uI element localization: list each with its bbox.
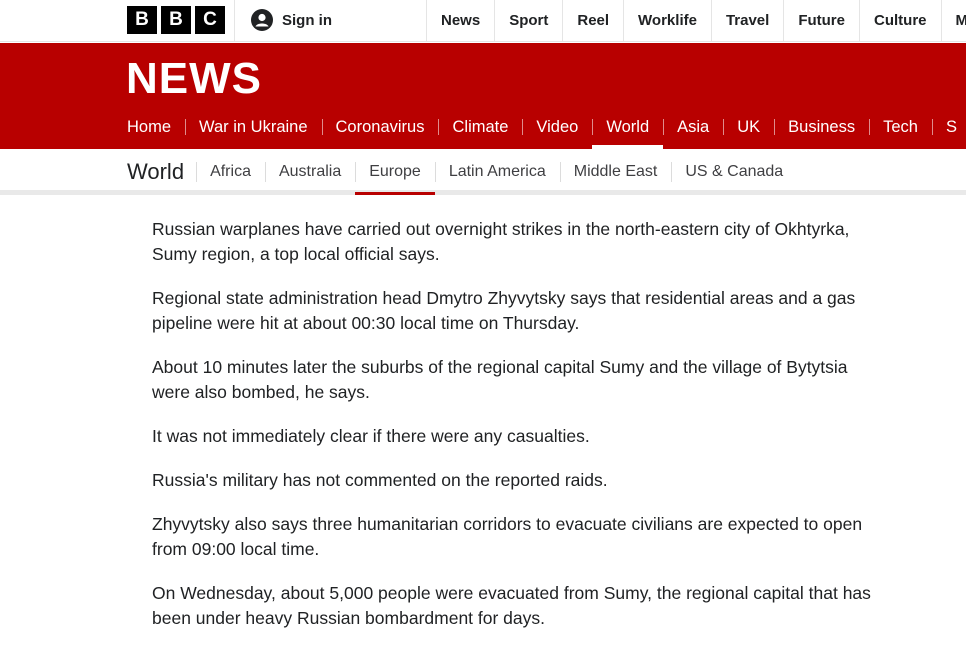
- sign-in-button[interactable]: Sign in: [251, 9, 332, 31]
- global-nav-worklife[interactable]: Worklife: [623, 0, 711, 42]
- bbc-logo-letter: B: [161, 6, 191, 34]
- section-nav: World Africa Australia Europe Latin Amer…: [0, 149, 966, 195]
- article-paragraph: Zhyvytsky also says three humanitarian c…: [152, 514, 863, 559]
- bbc-logo-letter: B: [127, 6, 157, 34]
- sign-in-label: Sign in: [282, 11, 332, 29]
- nav-item-coronavirus[interactable]: Coronavirus: [321, 115, 439, 149]
- nav-item-asia[interactable]: Asia: [663, 115, 723, 149]
- global-nav-future[interactable]: Future: [783, 0, 859, 42]
- nav-item-business[interactable]: Business: [774, 115, 869, 149]
- nav-item-world[interactable]: World: [592, 115, 663, 149]
- bbc-logo[interactable]: B B C: [127, 6, 225, 34]
- article-paragraph: Russian warplanes have carried out overn…: [152, 219, 850, 264]
- section-item-europe[interactable]: Europe: [355, 149, 435, 195]
- news-banner: NEWS Home War in Ukraine Coronavirus Cli…: [0, 43, 966, 149]
- header-divider: [234, 0, 235, 42]
- nav-item-climate[interactable]: Climate: [438, 115, 522, 149]
- article-body: Russian warplanes have carried out overn…: [152, 217, 872, 648]
- section-item-australia[interactable]: Australia: [264, 149, 355, 195]
- article-paragraph: It was not immediately clear if there we…: [152, 426, 590, 446]
- article-paragraph: About 10 minutes later the suburbs of th…: [152, 357, 848, 402]
- global-nav-culture[interactable]: Culture: [859, 0, 941, 42]
- article-paragraph: On Wednesday, about 5,000 people were ev…: [152, 583, 871, 628]
- nav-item-science[interactable]: S: [931, 115, 966, 149]
- nav-item-war-in-ukraine[interactable]: War in Ukraine: [185, 115, 322, 149]
- news-main-nav: Home War in Ukraine Coronavirus Climate …: [127, 115, 966, 149]
- global-nav-more[interactable]: M: [940, 0, 966, 42]
- nav-item-home[interactable]: Home: [127, 115, 185, 149]
- global-header: B B C Sign in News Sport Reel Worklife T…: [0, 0, 966, 42]
- global-nav-news[interactable]: News: [426, 0, 494, 42]
- global-nav: News Sport Reel Worklife Travel Future C…: [426, 0, 966, 42]
- article-paragraph: Russia's military has not commented on t…: [152, 470, 608, 490]
- section-item-latin-america[interactable]: Latin America: [434, 149, 560, 195]
- news-wordmark[interactable]: NEWS: [126, 57, 262, 101]
- section-title[interactable]: World: [127, 149, 196, 195]
- article-paragraph: Regional state administration head Dmytr…: [152, 288, 856, 333]
- section-item-middle-east[interactable]: Middle East: [559, 149, 672, 195]
- nav-item-video[interactable]: Video: [522, 115, 592, 149]
- section-item-us-canada[interactable]: US & Canada: [671, 149, 797, 195]
- nav-item-tech[interactable]: Tech: [869, 115, 932, 149]
- nav-item-uk[interactable]: UK: [723, 115, 774, 149]
- user-account-icon: [251, 9, 273, 31]
- bbc-logo-letter: C: [195, 6, 225, 34]
- global-nav-reel[interactable]: Reel: [562, 0, 623, 42]
- section-item-africa[interactable]: Africa: [196, 149, 265, 195]
- global-nav-travel[interactable]: Travel: [710, 0, 783, 42]
- global-nav-sport[interactable]: Sport: [494, 0, 562, 42]
